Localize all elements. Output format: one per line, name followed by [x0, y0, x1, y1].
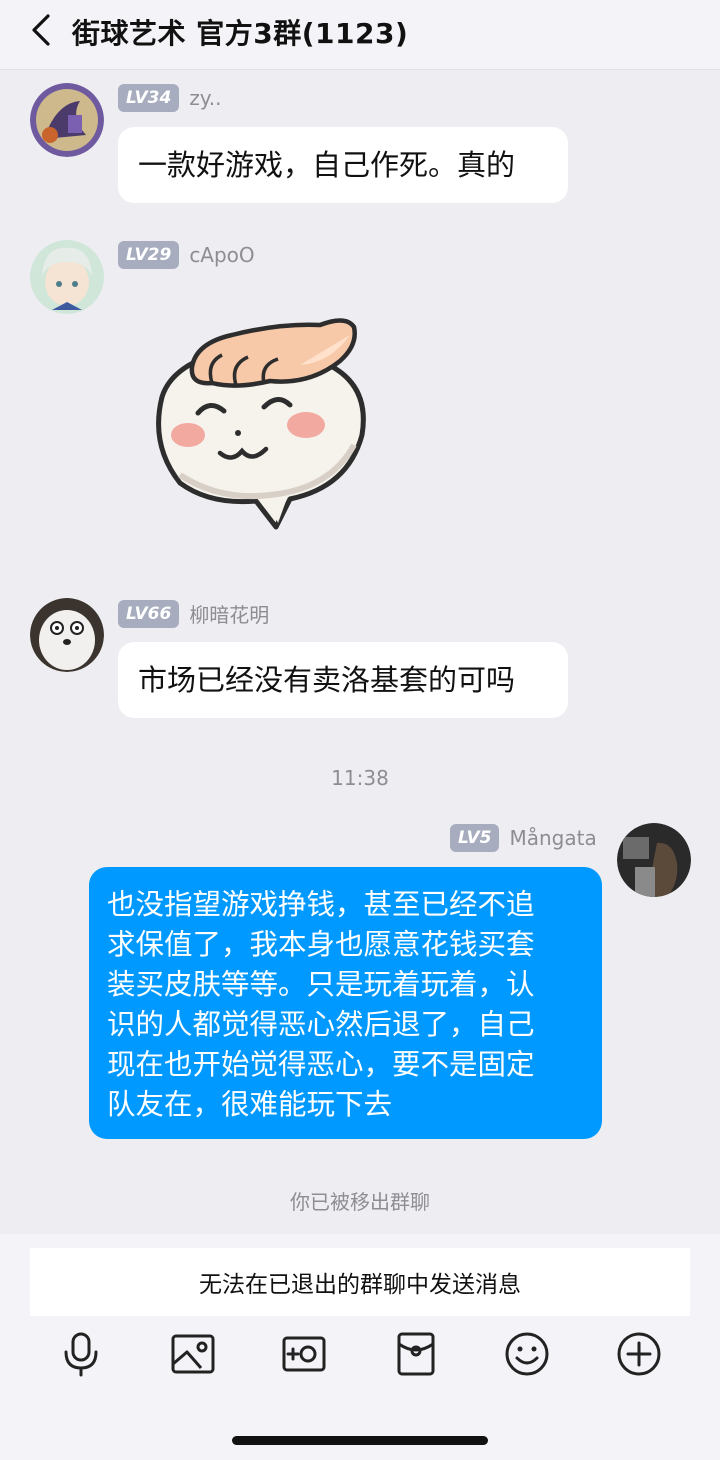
red-packet-icon — [397, 1332, 435, 1376]
message-line: 现在也开始觉得恶心，要不是固定 — [107, 1048, 535, 1081]
plus-icon — [617, 1332, 661, 1376]
emoji-button[interactable] — [503, 1330, 551, 1378]
avatar[interactable] — [617, 823, 691, 897]
sender-meta: LV29 cApoO — [118, 241, 255, 269]
level-badge: LV29 — [118, 241, 180, 269]
input-panel: 无法在已退出的群聊中发送消息 — [0, 1234, 720, 1460]
message-bubble[interactable]: 一款好游戏，自己作死。真的 — [118, 127, 568, 203]
avatar[interactable] — [30, 240, 104, 314]
sender-meta: LV34 zy.. — [118, 84, 222, 112]
level-badge: LV66 — [118, 599, 180, 628]
message-line: 队友在，很难能玩下去 — [107, 1088, 393, 1121]
message-line: 求保值了，我本身也愿意花钱买套 — [107, 928, 535, 961]
sender-name[interactable]: cApoO — [189, 243, 254, 267]
page-title[interactable]: 街球艺术 官方3群(1123) — [72, 12, 408, 52]
back-button[interactable] — [22, 10, 62, 50]
avatar[interactable] — [30, 83, 104, 157]
sender-name[interactable]: Mångata — [509, 826, 596, 850]
level-badge: LV34 — [118, 84, 180, 112]
message-line: 装买皮肤等等。只是玩着玩着，认 — [107, 968, 535, 1001]
photo-button[interactable] — [169, 1330, 217, 1378]
red-packet-button[interactable] — [392, 1330, 440, 1378]
sticker-message[interactable] — [140, 305, 380, 535]
microphone-icon — [64, 1332, 98, 1377]
camera-button[interactable] — [280, 1330, 328, 1378]
chat-header: 街球艺术 官方3群(1123) — [0, 0, 720, 70]
sender-name[interactable]: zy.. — [189, 86, 221, 110]
sender-name[interactable]: 柳暗花明 — [189, 599, 269, 628]
chat-screen: 街球艺术 官方3群(1123) LV34 zy.. 一款好游戏，自己作死。真的 … — [0, 0, 720, 1460]
steamed-bun-head-pat-sticker — [156, 318, 366, 530]
avatar[interactable] — [30, 598, 104, 672]
message-timestamp: 11:38 — [331, 766, 389, 790]
message-line: 也没指望游戏挣钱，甚至已经不追 — [107, 888, 535, 921]
image-icon — [171, 1334, 215, 1374]
message-line: 识的人都觉得恶心然后退了，自己 — [107, 1008, 535, 1041]
message-bubble[interactable]: 市场已经没有卖洛基套的可吗 — [118, 642, 568, 718]
chevron-left-icon — [32, 14, 50, 46]
voice-button[interactable] — [57, 1330, 105, 1378]
own-message-bubble[interactable]: 也没指望游戏挣钱，甚至已经不追 求保值了，我本身也愿意花钱买套 装买皮肤等等。只… — [89, 867, 602, 1139]
more-button[interactable] — [615, 1330, 663, 1378]
sender-meta: LV66 柳暗花明 — [118, 599, 269, 628]
camera-icon — [282, 1336, 326, 1372]
system-notice: 你已被移出群聊 — [290, 1190, 430, 1214]
home-indicator[interactable] — [232, 1436, 488, 1445]
sender-meta: LV5 Mångata — [450, 824, 597, 852]
emoji-icon — [505, 1332, 549, 1376]
disabled-message-input[interactable]: 无法在已退出的群聊中发送消息 — [30, 1248, 690, 1316]
level-badge: LV5 — [450, 824, 500, 852]
